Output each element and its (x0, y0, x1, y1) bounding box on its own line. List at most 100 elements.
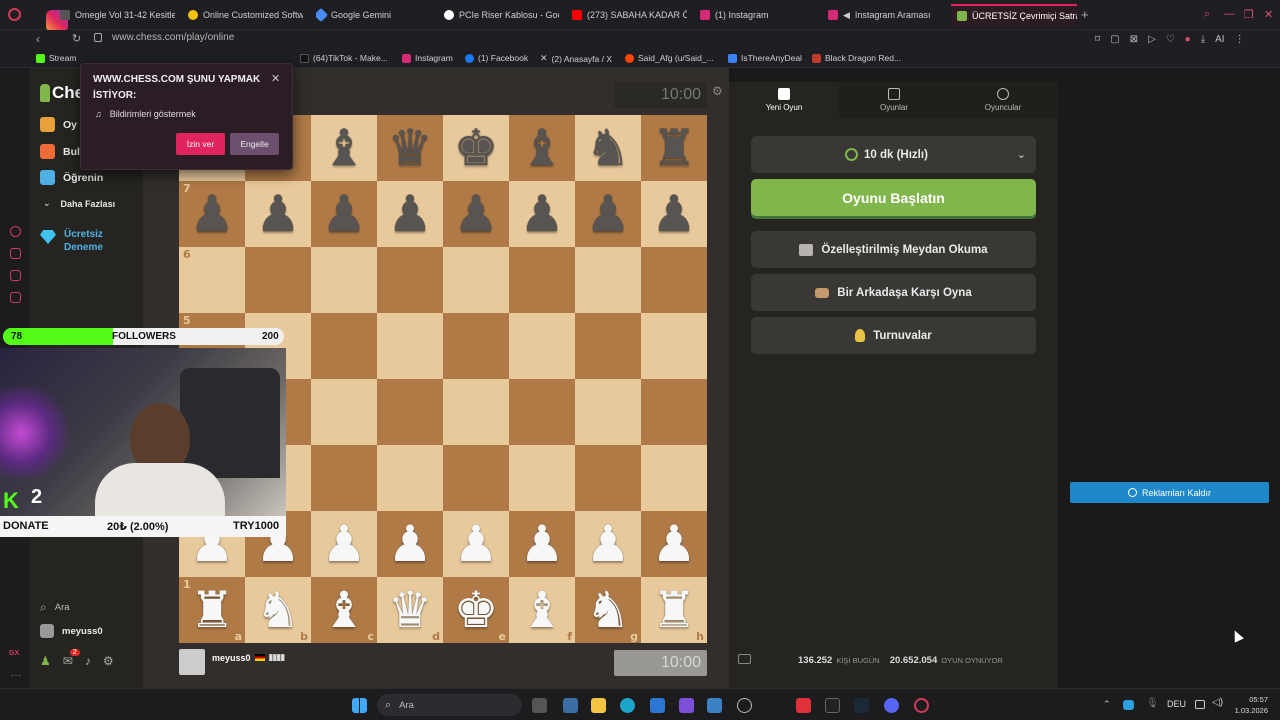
url-field[interactable]: www.chess.com/play/online (112, 32, 234, 43)
rail-mail-icon[interactable] (10, 292, 21, 303)
board-square[interactable] (575, 379, 641, 445)
bell-icon[interactable]: ♪ (85, 654, 91, 668)
aria-ai-icon[interactable]: AI (1215, 34, 1224, 45)
black-piece[interactable]: ♟ (520, 189, 565, 239)
board-square[interactable]: ♚ e (443, 577, 509, 643)
obs-icon[interactable] (737, 698, 752, 713)
black-piece[interactable]: ♚ (454, 123, 499, 173)
reload-icon[interactable]: ↻ (72, 32, 81, 45)
board-square[interactable]: ♞ (575, 115, 641, 181)
tab-gemini[interactable]: Google Gemini (316, 4, 426, 26)
keyboard-language[interactable]: DEU (1167, 699, 1186, 709)
black-piece[interactable]: ♟ (190, 189, 235, 239)
board-square[interactable] (311, 247, 377, 313)
board-square[interactable]: ♟ (245, 181, 311, 247)
black-piece[interactable]: ♝ (520, 123, 565, 173)
app-grid-icon[interactable] (679, 698, 694, 713)
board-square[interactable]: ♟ (575, 511, 641, 577)
board-square[interactable] (311, 313, 377, 379)
search-tabs-icon[interactable]: ⌕ (1204, 8, 1210, 21)
tournaments-button[interactable]: Turnuvalar (751, 317, 1036, 354)
block-button[interactable]: Engelle (230, 133, 279, 155)
tab-games[interactable]: Oyunlar (839, 82, 949, 118)
rail-chat-icon[interactable] (10, 270, 21, 281)
board-square[interactable] (641, 247, 707, 313)
black-piece[interactable]: ♟ (454, 189, 499, 239)
white-piece[interactable]: ♚ (454, 585, 499, 635)
white-piece[interactable]: ♝ (322, 585, 367, 635)
white-piece[interactable]: ♛ (388, 585, 433, 635)
task-view-icon[interactable] (532, 698, 547, 713)
board-square[interactable] (377, 247, 443, 313)
widget-icon[interactable] (563, 698, 578, 713)
tab-instagram-search[interactable]: ◀ Instagram Araması (828, 4, 943, 26)
tray-chevron-icon[interactable]: ⌃ (1103, 699, 1111, 710)
taskbar-clock[interactable]: 05:57 1.03.2026 (1228, 694, 1268, 716)
white-piece[interactable]: ♟ (322, 519, 367, 569)
black-piece[interactable]: ♟ (388, 189, 433, 239)
board-square[interactable] (443, 313, 509, 379)
board-square[interactable] (443, 379, 509, 445)
tab-instagram[interactable]: (1) Instagram (700, 4, 815, 26)
opera-logo-icon[interactable] (8, 8, 21, 21)
tray-cloud-icon[interactable] (1123, 700, 1134, 710)
bookmark-instagram[interactable]: Instagram (402, 53, 453, 63)
board-square[interactable]: ♟ (641, 181, 707, 247)
board-square[interactable]: ♟ (311, 181, 377, 247)
steelseries-icon[interactable] (707, 698, 722, 713)
popup-close-icon[interactable]: ✕ (271, 72, 280, 85)
start-game-button[interactable]: Oyunu Başlatın (751, 179, 1036, 216)
back-icon[interactable]: ‹ (36, 32, 40, 46)
board-square[interactable]: ♚ (443, 115, 509, 181)
board-square[interactable] (377, 313, 443, 379)
tab-players[interactable]: Oyuncular (948, 82, 1058, 118)
board-square[interactable] (245, 247, 311, 313)
board-square[interactable]: ♛ d (377, 577, 443, 643)
friends-icon[interactable]: ♟ (40, 654, 51, 668)
black-piece[interactable]: ♜ (652, 123, 697, 173)
white-piece[interactable]: ♞ (586, 585, 631, 635)
board-square[interactable] (575, 445, 641, 511)
white-piece[interactable]: ♜ (190, 585, 235, 635)
white-piece[interactable]: ♟ (586, 519, 631, 569)
volume-icon[interactable]: ◁) (1212, 697, 1223, 708)
board-square[interactable]: ♟ (443, 181, 509, 247)
board-square[interactable] (509, 313, 575, 379)
bookmark-stream[interactable]: Stream (36, 53, 76, 63)
board-square[interactable] (641, 379, 707, 445)
white-piece[interactable]: ♝ (520, 585, 565, 635)
black-piece[interactable]: ♟ (322, 189, 367, 239)
play-friend-button[interactable]: Bir Arkadaşa Karşı Oyna (751, 274, 1036, 311)
tab-google-search[interactable]: PCIe Riser Kablosu - Goog (444, 4, 559, 26)
board-square[interactable]: ♟ (377, 511, 443, 577)
white-piece[interactable]: ♟ (520, 519, 565, 569)
taskbar-search[interactable]: ⌕ Ara (377, 694, 522, 716)
rail-messenger-icon[interactable] (10, 248, 21, 259)
remove-ads-button[interactable]: Reklamları Kaldır (1070, 482, 1269, 503)
bookmark-itad[interactable]: IsThereAnyDeal (728, 53, 802, 63)
board-square[interactable]: ♝ (311, 115, 377, 181)
chat-icon[interactable] (738, 654, 751, 664)
board-square[interactable]: ♟ (641, 511, 707, 577)
black-piece[interactable]: ♟ (586, 189, 631, 239)
board-square[interactable]: ♟ (377, 181, 443, 247)
player-avatar[interactable] (179, 649, 205, 675)
black-piece[interactable]: ♞ (586, 123, 631, 173)
nav-free-trial[interactable]: Ücretsiz Deneme (40, 228, 103, 254)
white-piece[interactable]: ♜ (652, 585, 697, 635)
snapshot-icon[interactable]: ▢ (1110, 34, 1119, 45)
allow-button[interactable]: İzin ver (176, 133, 225, 155)
board-square[interactable]: ♟ (443, 511, 509, 577)
time-control-select[interactable]: 10 dk (Hızlı) ⌄ (751, 136, 1036, 173)
settings-gear-icon[interactable]: ⚙ (103, 654, 114, 668)
board-square[interactable]: ♝ (509, 115, 575, 181)
windows-start-icon[interactable] (352, 698, 367, 713)
board-square[interactable] (509, 379, 575, 445)
board-square[interactable] (641, 445, 707, 511)
messages-icon[interactable]: ✉ 2 (63, 649, 80, 668)
close-window-button[interactable]: ✕ (1264, 8, 1273, 21)
board-square[interactable] (509, 247, 575, 313)
rail-more-icon[interactable]: ··· (11, 670, 21, 681)
board-square[interactable]: ♝ c (311, 577, 377, 643)
bookmark-reddit[interactable]: Said_Afg (u/Said_... (625, 53, 714, 63)
